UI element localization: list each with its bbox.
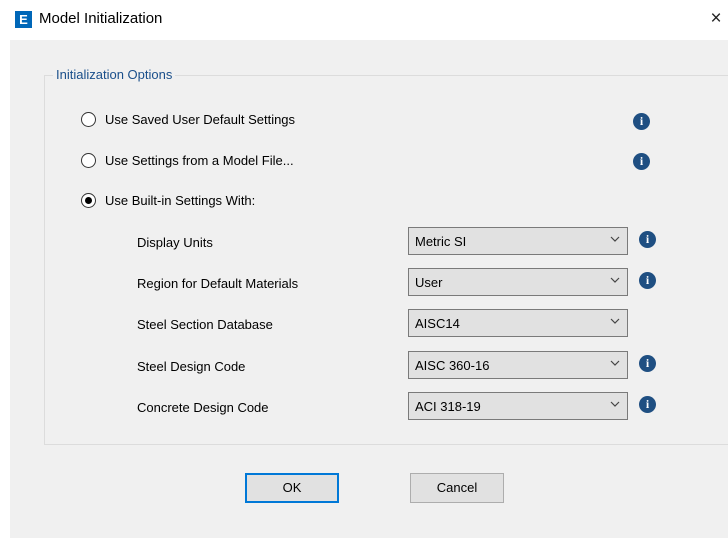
steel-section-db-label: Steel Section Database (137, 317, 273, 332)
option-label: Use Built-in Settings With: (105, 193, 256, 208)
info-icon[interactable]: i (633, 113, 650, 130)
radio-built-in[interactable] (81, 193, 96, 208)
chevron-down-icon (610, 401, 620, 407)
concrete-design-code-select[interactable]: ACI 318-19 (408, 392, 628, 420)
option-label: Use Saved User Default Settings (105, 112, 296, 127)
info-icon[interactable]: i (639, 231, 656, 248)
title-bar: E Model Initialization × (0, 0, 728, 40)
select-value: AISC14 (415, 316, 460, 331)
radio-saved-defaults[interactable] (81, 112, 96, 127)
select-value: AISC 360-16 (415, 358, 490, 373)
cancel-button[interactable]: Cancel (410, 473, 504, 503)
select-value: Metric SI (415, 234, 467, 249)
option-saved-defaults[interactable]: Use Saved User Default Settings (81, 112, 295, 127)
chevron-down-icon (610, 277, 620, 283)
select-value: User (415, 275, 443, 290)
region-label: Region for Default Materials (137, 276, 299, 291)
option-label: Use Settings from a Model File... (105, 153, 294, 168)
option-model-file[interactable]: Use Settings from a Model File... (81, 153, 294, 168)
info-icon[interactable]: i (639, 396, 656, 413)
etabs-app-icon: E (15, 11, 32, 28)
steel-design-code-select[interactable]: AISC 360-16 (408, 351, 628, 379)
chevron-down-icon (610, 236, 620, 242)
group-legend: Initialization Options (53, 67, 176, 82)
region-select[interactable]: User (408, 268, 628, 296)
chevron-down-icon (610, 360, 620, 366)
info-icon[interactable]: i (633, 153, 650, 170)
ok-button[interactable]: OK (245, 473, 339, 503)
steel-design-code-label: Steel Design Code (137, 359, 246, 374)
steel-section-db-select[interactable]: AISC14 (408, 309, 628, 337)
initialization-options-group: Initialization Options Use Saved User De… (44, 67, 728, 445)
radio-model-file[interactable] (81, 153, 96, 168)
dialog-body: Initialization Options Use Saved User De… (10, 40, 728, 538)
display-units-select[interactable]: Metric SI (408, 227, 628, 255)
concrete-design-code-label: Concrete Design Code (137, 400, 269, 415)
info-icon[interactable]: i (639, 272, 656, 289)
chevron-down-icon (610, 318, 620, 324)
close-icon[interactable]: × (704, 6, 728, 32)
select-value: ACI 318-19 (415, 399, 481, 414)
option-built-in[interactable]: Use Built-in Settings With: (81, 193, 255, 208)
display-units-label: Display Units (137, 235, 213, 250)
info-icon[interactable]: i (639, 355, 656, 372)
window-title: Model Initialization (39, 10, 163, 27)
